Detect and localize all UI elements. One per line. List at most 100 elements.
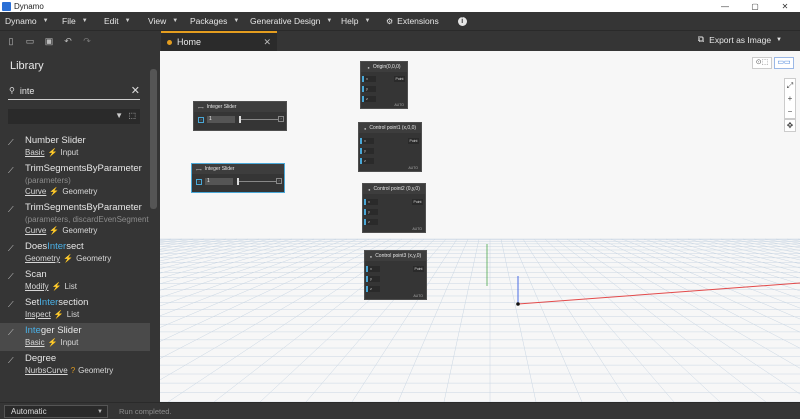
- input-port-x[interactable]: x: [366, 266, 380, 272]
- library-item-category-link[interactable]: Curve: [25, 186, 46, 197]
- zoom-fit-icon[interactable]: ⤢: [785, 79, 795, 92]
- integer-slider-node[interactable]: ⟷ Integer Slider › 1 ›: [191, 163, 285, 193]
- menu-dynamo[interactable]: Dynamo ▼: [0, 12, 52, 30]
- filter-icon[interactable]: ▼: [115, 111, 123, 120]
- slider-thumb[interactable]: [239, 116, 241, 123]
- export-as-image-button[interactable]: ⧉ Export as Image ▼: [698, 34, 782, 45]
- input-port-y[interactable]: y: [362, 86, 376, 92]
- library-item[interactable]: ⟋ TrimSegmentsByParameter (parameters) Curv…: [0, 161, 150, 200]
- menu-generative-design[interactable]: Generative Design ▼: [244, 12, 335, 30]
- output-port-point[interactable]: Point: [412, 199, 423, 205]
- point-node-control-2[interactable]: ● Control point2 (0,y,0) x y z Point AUTO: [362, 183, 426, 233]
- library-scrollbar[interactable]: [150, 69, 157, 209]
- library-item-params: (parameters, discardEvenSegment: [25, 215, 149, 224]
- search-icon: ⚲: [9, 86, 15, 95]
- library-item-category-link[interactable]: Inspect: [25, 309, 51, 320]
- output-port-point[interactable]: Point: [413, 266, 424, 272]
- library-item-category-link[interactable]: NurbsCurve: [25, 365, 68, 376]
- run-mode-select[interactable]: Automatic ▼: [4, 405, 108, 418]
- library-item[interactable]: ⟋ SetIntersection Inspect ⚡ List: [0, 295, 150, 323]
- redo-icon[interactable]: ↷: [82, 36, 92, 46]
- minimize-icon[interactable]: —: [710, 2, 740, 11]
- search-input[interactable]: inte: [20, 86, 131, 96]
- point-node-origin[interactable]: ● Origin(0,0,0) x y z Point AUTO: [360, 61, 408, 109]
- layout-toggle-icon[interactable]: ⬚: [128, 111, 136, 120]
- workspace-canvas[interactable]: ⊙⬚ ▭▭ ⤢ + − ✥ ⟷ Integer Slider › 1 › ⟷ Int…: [160, 51, 800, 402]
- clear-search-icon[interactable]: ✕: [131, 84, 140, 97]
- library-item-path: NurbsCurve? Geometry: [25, 365, 150, 376]
- input-port-y[interactable]: y: [364, 209, 378, 215]
- output-port-point[interactable]: Point: [394, 76, 405, 82]
- tab-home[interactable]: Home ✕: [161, 31, 277, 51]
- menu-help[interactable]: Help ▼: [335, 12, 380, 30]
- library-item-path: Curve ⚡ Geometry: [25, 225, 150, 236]
- input-port-z[interactable]: z: [366, 286, 380, 292]
- slider-output-port[interactable]: ›: [276, 178, 282, 184]
- input-port-x[interactable]: x: [362, 76, 376, 82]
- library-item[interactable]: ⟋ Degree NurbsCurve? Geometry: [0, 351, 150, 379]
- action-icon: ⚡: [47, 148, 58, 157]
- slider-output-port[interactable]: ›: [278, 116, 284, 122]
- library-item-category-link[interactable]: Basic: [25, 337, 45, 348]
- slider-track[interactable]: [239, 116, 279, 123]
- maximize-icon[interactable]: ▢: [740, 2, 770, 11]
- input-port-x[interactable]: x: [364, 199, 378, 205]
- slider-value-input[interactable]: 1: [205, 178, 233, 185]
- library-item[interactable]: ⟋ Number Slider Basic ⚡ Input: [0, 133, 150, 161]
- library-item-category-link[interactable]: Modify: [25, 281, 49, 292]
- point-node-control-3[interactable]: ● Control point3 (x,y,0) x y z Point AUTO: [364, 250, 427, 300]
- library-search[interactable]: ⚲ inte ✕: [8, 82, 140, 100]
- library-item[interactable]: ⟋ Integer Slider Basic ⚡ Input: [0, 323, 150, 351]
- slider-thumb[interactable]: [237, 178, 239, 185]
- background-preview-button[interactable]: ⊙⬚: [752, 57, 772, 69]
- input-port-z[interactable]: z: [364, 219, 378, 225]
- input-port-x[interactable]: x: [360, 138, 374, 144]
- point-node-control-1[interactable]: ● Control point1 (x,0,0) x y z Point AUTO: [358, 122, 422, 172]
- slider-track[interactable]: [237, 178, 277, 185]
- action-icon: ⚡: [53, 310, 64, 319]
- library-item-path: Basic ⚡ Input: [25, 337, 150, 348]
- menu-extensions[interactable]: ⚙ Extensions: [380, 12, 444, 30]
- pan-icon[interactable]: ✥: [784, 119, 796, 132]
- close-tab-icon[interactable]: ✕: [263, 37, 271, 48]
- graph-view-button[interactable]: ▭▭: [774, 57, 794, 69]
- save-icon[interactable]: ▣: [44, 36, 54, 46]
- library-item-group: Geometry: [78, 366, 114, 375]
- lacing-label: AUTO: [408, 166, 418, 170]
- zoom-in-icon[interactable]: +: [785, 92, 795, 105]
- library-filter-bar: ▼ ⬚: [8, 109, 140, 124]
- menu-packages[interactable]: Packages ▼: [184, 12, 244, 30]
- node-type-icon: ⟋: [8, 166, 14, 175]
- library-item[interactable]: ⟋ Scan Modify ⚡ List: [0, 267, 150, 295]
- info-button[interactable]: i: [444, 12, 472, 30]
- expand-slider-icon[interactable]: ›: [196, 178, 202, 185]
- library-item-category-link[interactable]: Curve: [25, 225, 46, 236]
- expand-slider-icon[interactable]: ›: [198, 116, 204, 123]
- input-port-z[interactable]: z: [360, 158, 374, 164]
- new-file-icon[interactable]: ▯: [6, 36, 16, 46]
- menu-edit[interactable]: Edit ▼: [98, 12, 140, 30]
- library-item[interactable]: ⟋ TrimSegmentsByParameter (parameters, dis…: [0, 200, 150, 239]
- open-folder-icon[interactable]: ▭: [25, 36, 35, 46]
- info-icon: i: [457, 16, 467, 26]
- node-type-icon: ⟋: [8, 244, 14, 253]
- input-port-y[interactable]: y: [366, 276, 380, 282]
- output-port-point[interactable]: Point: [408, 138, 419, 144]
- undo-icon[interactable]: ↶: [63, 36, 73, 46]
- library-item[interactable]: ⟋ DoesIntersect Geometry ⚡ Geometry: [0, 239, 150, 267]
- library-item-category-link[interactable]: Basic: [25, 147, 45, 158]
- input-port-y[interactable]: y: [360, 148, 374, 154]
- library-item-category-link[interactable]: Geometry: [25, 253, 60, 264]
- close-icon[interactable]: ✕: [770, 2, 800, 11]
- toolbar: ▯ ▭ ▣ ↶ ↷: [0, 30, 800, 51]
- menu-file[interactable]: File ▼: [52, 12, 98, 30]
- zoom-out-icon[interactable]: −: [785, 105, 795, 118]
- menu-view[interactable]: View ▼: [140, 12, 184, 30]
- node-icon: ●: [363, 125, 367, 131]
- run-status-text: Run completed.: [119, 407, 172, 416]
- input-port-z[interactable]: z: [362, 96, 376, 102]
- slider-value-input[interactable]: 1: [207, 116, 235, 123]
- node-icon: ●: [369, 253, 373, 259]
- slider-icon: ⟷: [198, 104, 204, 110]
- integer-slider-node[interactable]: ⟷ Integer Slider › 1 ›: [193, 101, 287, 131]
